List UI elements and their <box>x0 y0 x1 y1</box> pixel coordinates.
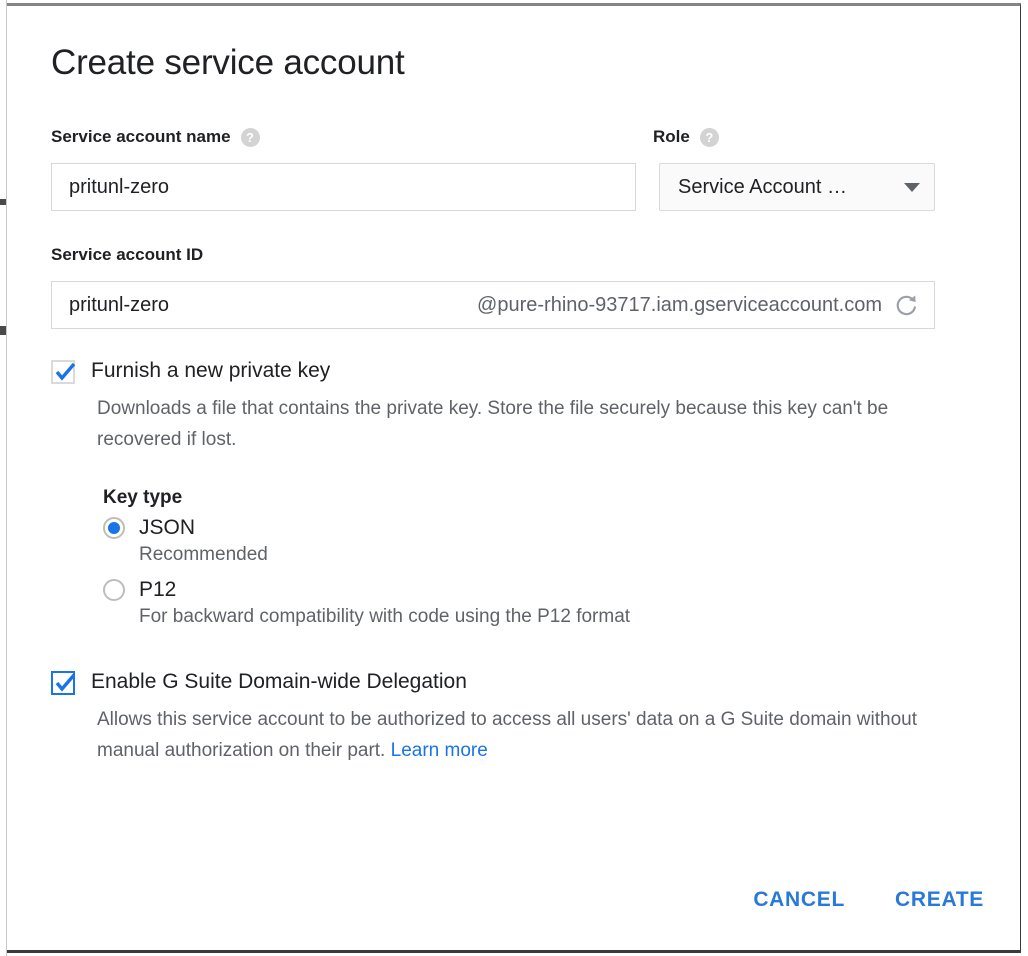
service-account-name-value: pritunl-zero <box>69 175 170 198</box>
create-service-account-dialog: Create service account Service account n… <box>7 3 1021 953</box>
radio-json-label: JSON <box>139 516 196 539</box>
furnish-private-key-description: Downloads a file that contains the priva… <box>97 398 889 450</box>
furnish-private-key-checkbox[interactable] <box>51 360 76 384</box>
refresh-icon[interactable] <box>894 292 920 318</box>
service-account-id-label: Service account ID <box>51 245 204 264</box>
gsuite-delegation-description-text: Allows this service account to be author… <box>97 709 918 761</box>
service-account-name-label-row: Service account name ? <box>51 127 260 147</box>
background-mark <box>0 199 6 205</box>
gsuite-delegation-checkbox[interactable] <box>51 671 76 695</box>
radio-json[interactable] <box>103 517 125 539</box>
gsuite-delegation-block: Enable G Suite Domain-wide Delegation Al… <box>51 669 971 766</box>
role-label-row: Role ? <box>653 127 719 147</box>
service-account-id-input[interactable]: pritunl-zero @pure-rhino-93717.iam.gserv… <box>51 281 935 329</box>
dialog-actions: CANCEL CREATE <box>751 882 986 918</box>
background-mark <box>0 326 6 335</box>
service-account-name-input[interactable]: pritunl-zero <box>51 163 636 211</box>
gsuite-delegation-row[interactable]: Enable G Suite Domain-wide Delegation <box>51 669 971 695</box>
key-type-group: Key type JSON Recommended P12 For backwa… <box>103 487 630 628</box>
key-type-option-p12[interactable]: P12 <box>103 578 630 602</box>
chevron-down-icon <box>904 182 920 192</box>
radio-p12-label: P12 <box>139 578 177 601</box>
service-account-id-value: pritunl-zero <box>69 293 170 316</box>
role-selected-value: Service Account … <box>678 175 847 198</box>
gsuite-delegation-label: Enable G Suite Domain-wide Delegation <box>91 670 467 693</box>
service-account-id-suffix: @pure-rhino-93717.iam.gserviceaccount.co… <box>477 293 882 316</box>
learn-more-link[interactable]: Learn more <box>391 740 488 761</box>
gsuite-delegation-description: Allows this service account to be author… <box>97 704 937 766</box>
key-type-title: Key type <box>103 487 183 508</box>
create-service-account-screen: Create service account Service account n… <box>0 0 1028 956</box>
radio-json-sub: Recommended <box>139 544 268 565</box>
background-page-edge <box>0 0 7 956</box>
furnish-private-key-row[interactable]: Furnish a new private key <box>51 358 971 384</box>
role-select[interactable]: Service Account … <box>659 163 935 211</box>
help-circle-icon[interactable]: ? <box>240 127 260 147</box>
radio-p12-sub: For backward compatibility with code usi… <box>139 606 631 627</box>
furnish-private-key-label: Furnish a new private key <box>91 359 331 382</box>
help-circle-icon[interactable]: ? <box>699 127 719 147</box>
role-label: Role <box>653 127 690 146</box>
service-account-name-label: Service account name <box>51 127 231 146</box>
dialog-title: Create service account <box>51 43 405 82</box>
service-account-id-label-row: Service account ID <box>51 245 203 265</box>
furnish-private-key-block: Furnish a new private key Downloads a fi… <box>51 358 971 455</box>
key-type-option-json[interactable]: JSON <box>103 516 630 540</box>
create-button[interactable]: CREATE <box>893 882 986 918</box>
radio-p12[interactable] <box>103 579 125 601</box>
cancel-button[interactable]: CANCEL <box>751 882 847 918</box>
